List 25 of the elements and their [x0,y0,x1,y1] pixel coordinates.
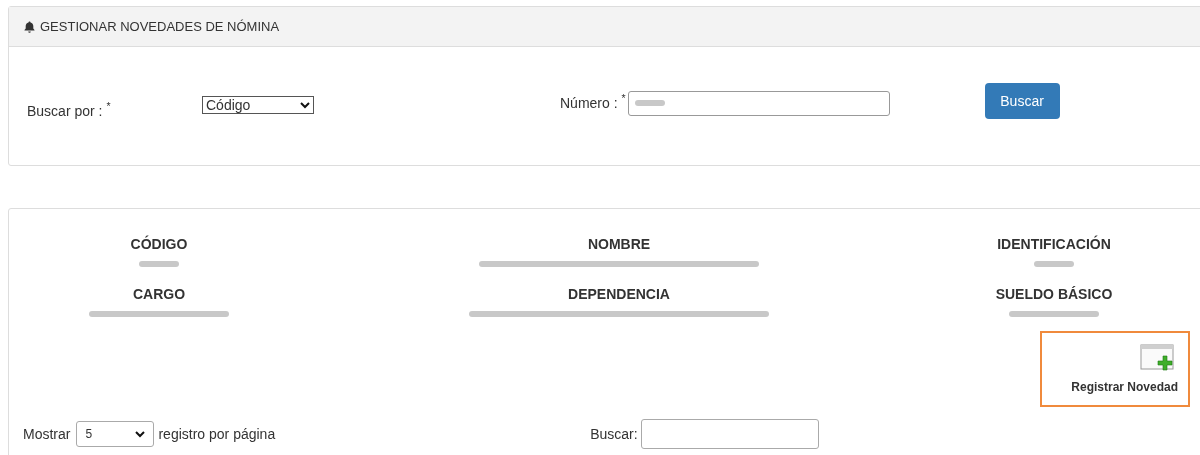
number-label: Número : $^{*}$ [560,92,626,113]
page-size-select[interactable]: 5 [76,421,155,447]
chevron-down-icon [135,430,146,438]
panel-title: GESTIONAR NOVEDADES DE NÓMINA [40,17,280,36]
filter-label: Buscar: [590,424,638,444]
register-button[interactable]: Registrar Novedad [1040,331,1190,407]
blurred-value-drawing [1034,259,1074,269]
field-label: CÓDIGO [130,235,188,253]
field-label: SUELDO BÁSICO [995,285,1113,303]
search-by-select[interactable]: Código [202,96,314,114]
window-add-icon [1140,342,1176,374]
number-field[interactable] [627,90,890,116]
blurred-value-drawing [139,259,179,269]
search-by-label: Buscar por : $^{*}$ [27,100,112,121]
per-page-label: registro por página [158,424,276,444]
chevron-down-icon [300,101,310,109]
filter-field[interactable] [640,419,819,449]
search-button[interactable]: Buscar [984,83,1060,119]
field-label: CARGO [132,285,186,303]
field-label: NOMBRE [587,235,651,253]
bell-icon [24,20,35,33]
field-label: IDENTIFICACIÓN [997,235,1111,253]
blurred-value-drawing [634,98,665,108]
field-label: DEPENDENCIA [568,285,670,303]
show-label: Mostrar [23,424,71,444]
